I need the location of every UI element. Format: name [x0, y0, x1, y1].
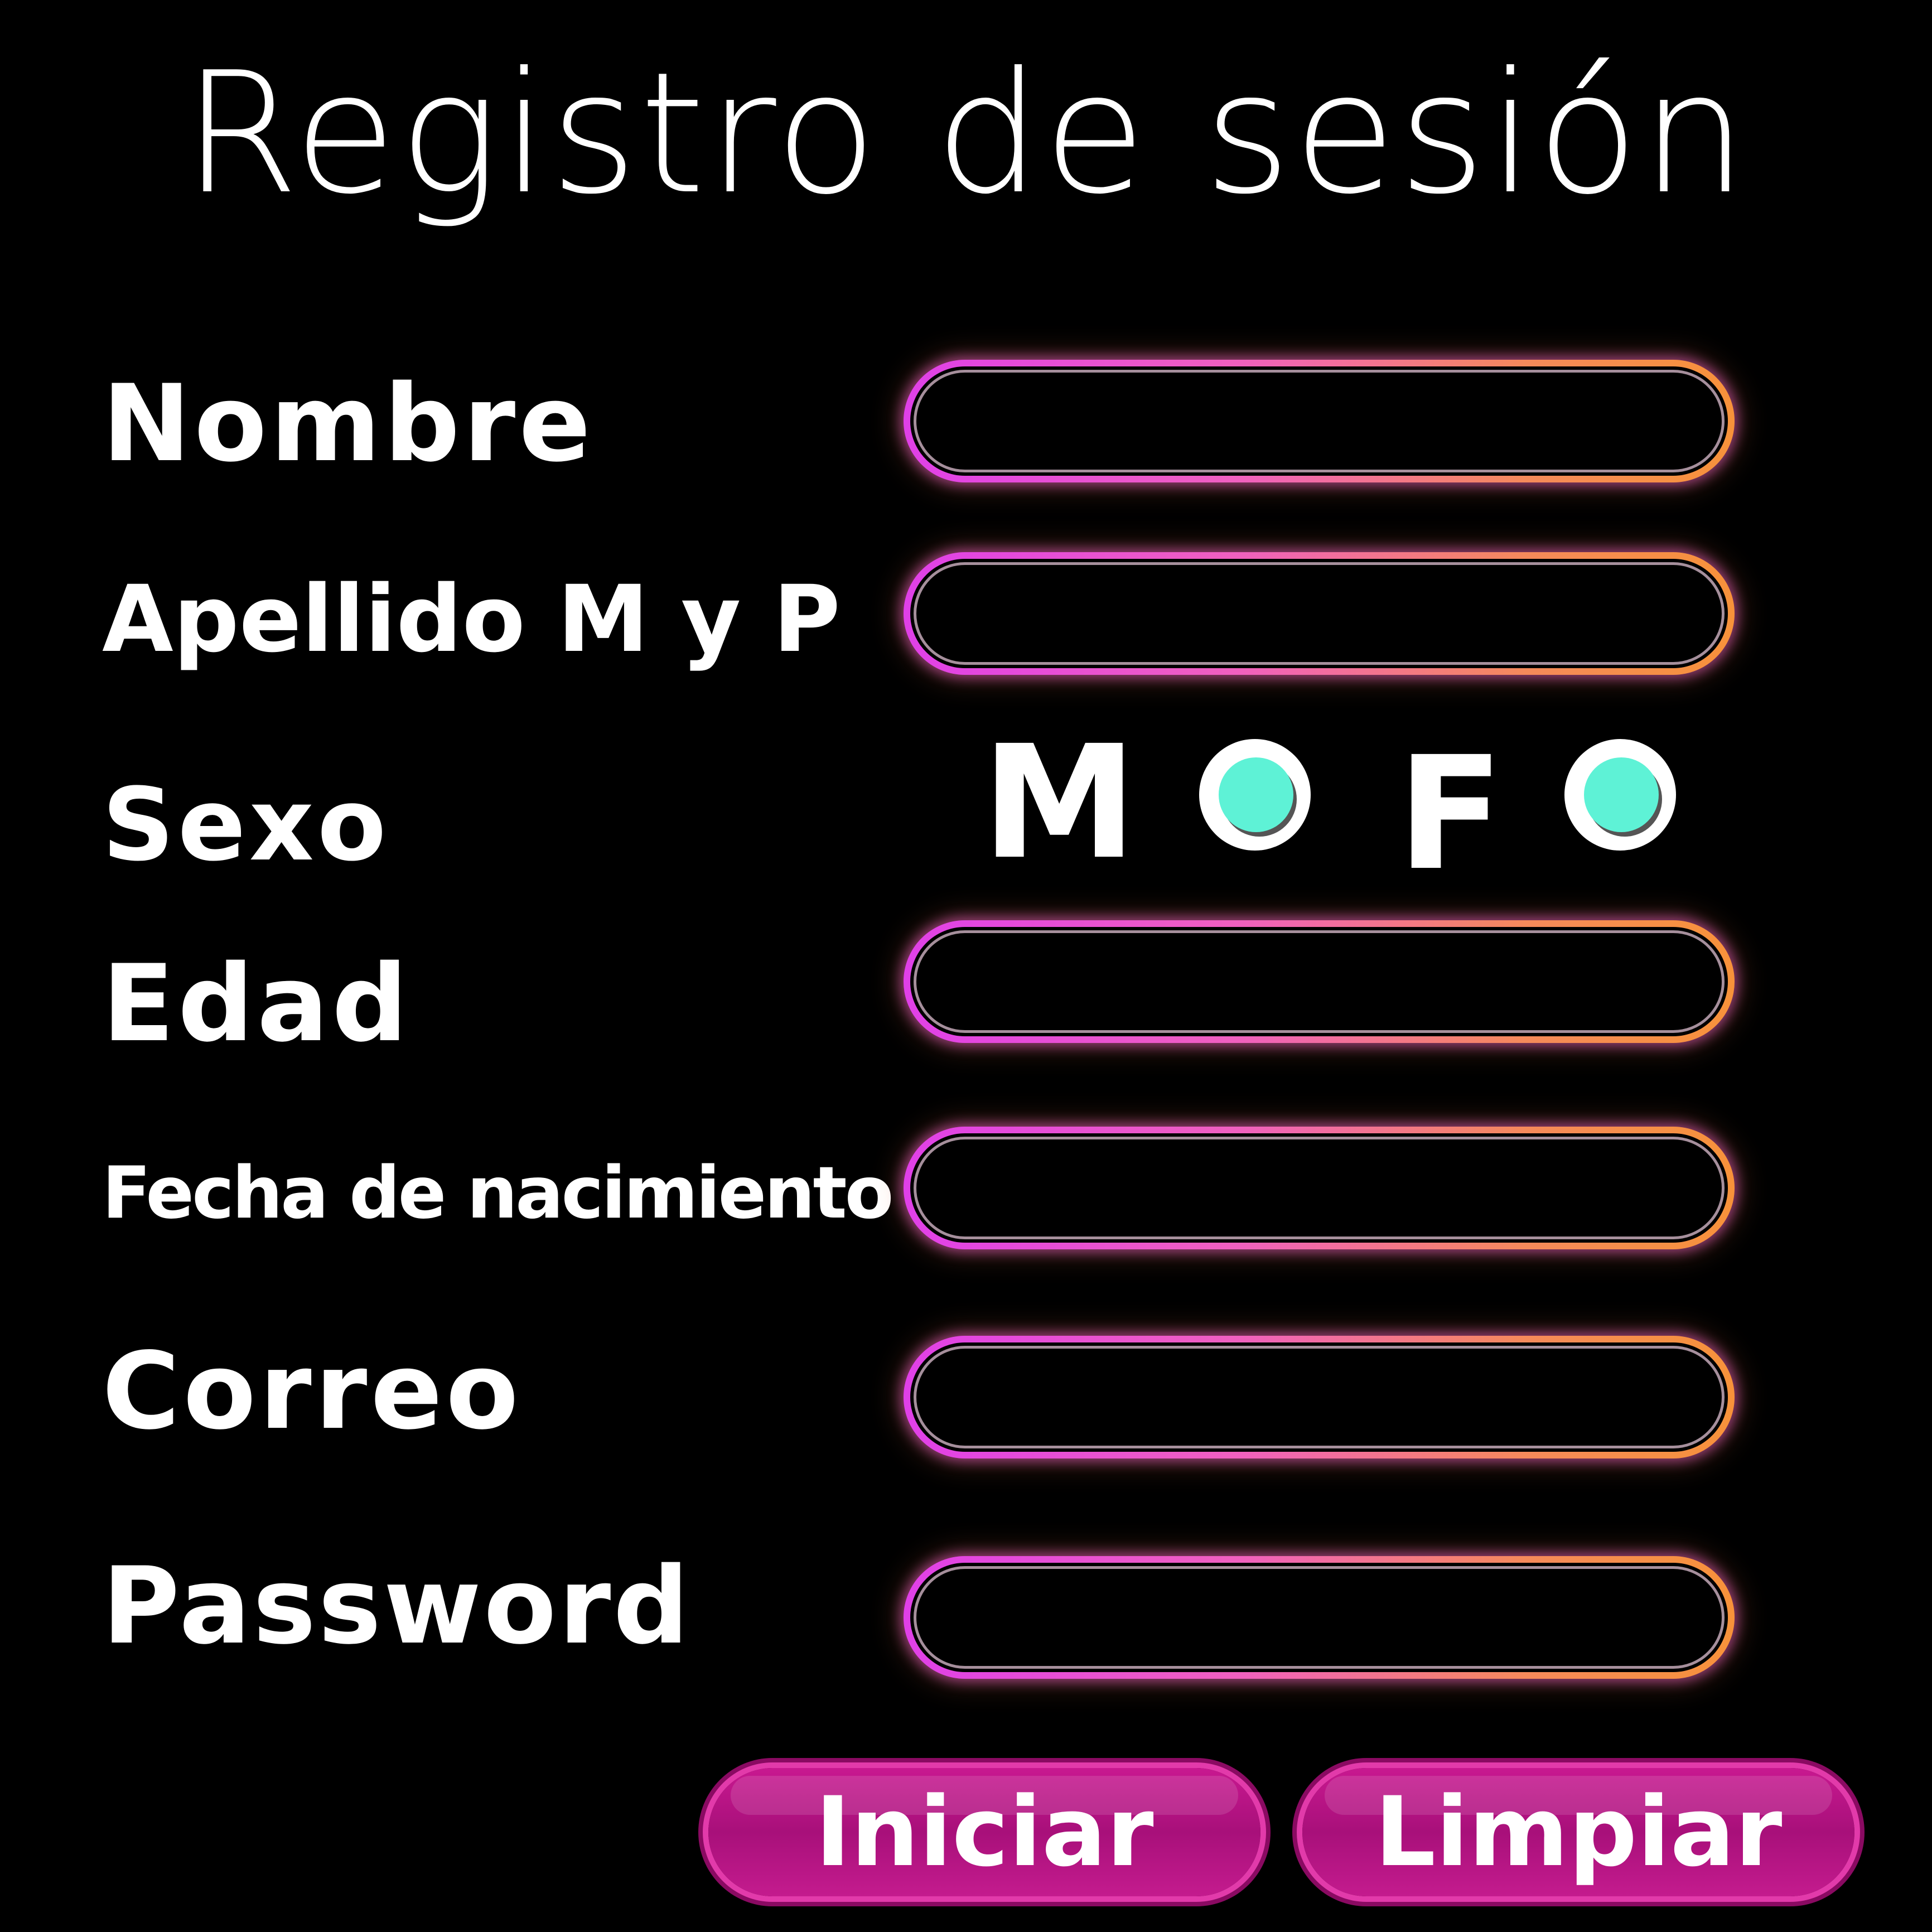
limpiar-button[interactable]: Limpiar [1302, 1768, 1854, 1896]
password-label: Password [102, 1544, 692, 1668]
sexo-option-f-label: F [1397, 723, 1504, 905]
password-input[interactable] [955, 1585, 1683, 1650]
sexo-radio-m[interactable] [1199, 739, 1311, 851]
iniciar-button-label: Iniciar [815, 1776, 1154, 1888]
correo-label: Correo [102, 1330, 522, 1453]
password-field[interactable] [904, 1556, 1735, 1679]
sexo-option-m-label: M [982, 712, 1137, 894]
edad-label: Edad [102, 942, 412, 1065]
sexo-label: Sexo [102, 767, 390, 883]
fecha-label: Fecha de nacimiento [102, 1152, 894, 1235]
edad-field[interactable] [904, 920, 1735, 1043]
edad-input[interactable] [955, 949, 1683, 1014]
apellido-label: Apellido M y P [102, 566, 841, 673]
sexo-radio-f[interactable] [1564, 739, 1676, 851]
correo-field[interactable] [904, 1336, 1735, 1458]
apellido-field[interactable] [904, 552, 1735, 675]
correo-input[interactable] [955, 1365, 1683, 1429]
nombre-field[interactable] [904, 360, 1735, 482]
page-title: Registro de sesión [182, 36, 1750, 231]
apellido-input[interactable] [955, 581, 1683, 646]
nombre-label: Nombre [102, 362, 595, 485]
fecha-input[interactable] [955, 1156, 1683, 1220]
radio-dot-icon [1219, 757, 1293, 832]
iniciar-button[interactable]: Iniciar [708, 1768, 1260, 1896]
radio-dot-icon [1584, 757, 1659, 832]
nombre-input[interactable] [955, 389, 1683, 453]
fecha-field[interactable] [904, 1127, 1735, 1249]
limpiar-button-label: Limpiar [1374, 1776, 1783, 1888]
